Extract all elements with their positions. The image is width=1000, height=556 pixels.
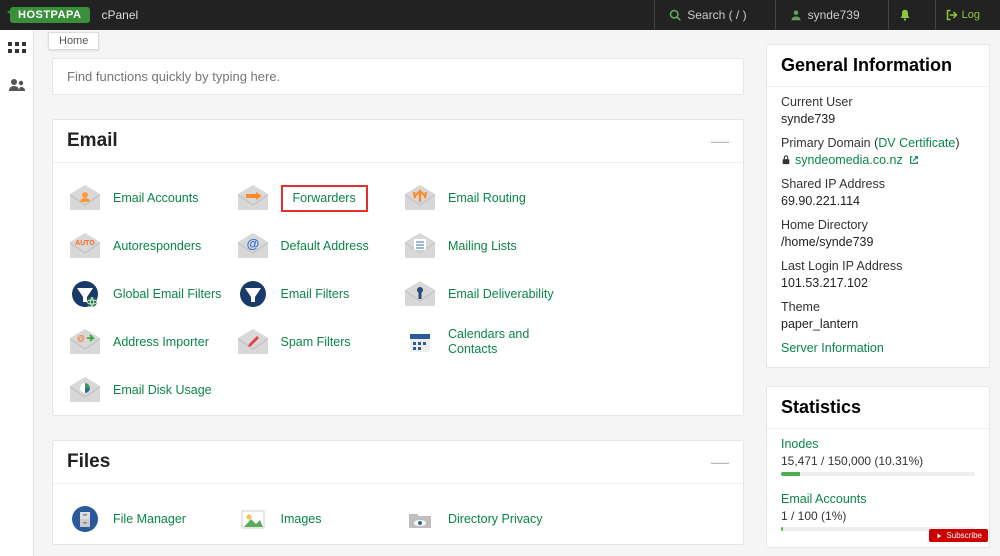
server-information-link[interactable]: Server Information [767, 333, 989, 359]
funnel-icon [235, 279, 271, 309]
item-mailing-lists[interactable]: Mailing Lists [398, 231, 566, 261]
item-images[interactable]: Images [231, 504, 399, 534]
user-menu[interactable]: synde739 [775, 0, 874, 30]
bell-icon [899, 9, 911, 21]
envelope-key-icon [402, 279, 438, 309]
statistics-panel: Statistics Inodes 15,471 / 150,000 (10.3… [766, 386, 990, 548]
item-global-email-filters[interactable]: Global Email Filters [63, 279, 231, 309]
item-file-manager[interactable]: File Manager [63, 504, 231, 534]
stat-email-value: 1 / 100 (1%) [781, 509, 975, 523]
external-link-icon [909, 155, 919, 165]
main-content: Email — Email Accounts Forwarders Email … [34, 30, 762, 556]
stat-email-label: Email Accounts [781, 492, 975, 506]
envelope-at-icon: @ [235, 231, 271, 261]
last-login-value: 101.53.217.102 [781, 276, 975, 290]
search-icon [669, 9, 681, 21]
item-address-importer[interactable]: @ Address Importer [63, 327, 231, 357]
item-forwarders[interactable]: Forwarders [231, 183, 399, 213]
search-input[interactable] [67, 69, 729, 84]
brand-label: cPanel [102, 8, 139, 22]
statistics-title: Statistics [767, 387, 989, 429]
envelope-import-icon: @ [67, 327, 103, 357]
top-bar: HOSTPAPA cPanel Search ( / ) synde739 Lo… [0, 0, 1000, 30]
collapse-button[interactable]: — [711, 452, 729, 473]
current-user-value: synde739 [781, 112, 975, 126]
users-icon[interactable] [8, 78, 26, 92]
calendar-icon [402, 327, 438, 357]
envelope-edit-icon [235, 327, 271, 357]
logout-icon [946, 9, 958, 21]
item-calendars-contacts[interactable]: Calendars and Contacts [398, 327, 566, 357]
files-panel: Files — File Manager Images Directory Pr… [52, 440, 744, 545]
envelope-user-icon [67, 183, 103, 213]
home-dir-label: Home Directory [781, 218, 975, 232]
files-panel-title: Files [67, 451, 110, 473]
stat-inodes-bar [781, 472, 975, 476]
username: synde739 [808, 8, 860, 22]
general-info-panel: General Information Current User synde73… [766, 44, 990, 368]
theme-label: Theme [781, 300, 975, 314]
logo-badge: HOSTPAPA [10, 7, 90, 23]
right-column: General Information Current User synde73… [762, 30, 1000, 556]
svg-text:AUTO: AUTO [75, 240, 95, 247]
item-directory-privacy[interactable]: Directory Privacy [398, 504, 566, 534]
theme-value: paper_lantern [781, 317, 975, 331]
item-email-accounts[interactable]: Email Accounts [63, 183, 231, 213]
search-label: Search ( / ) [687, 8, 746, 22]
item-default-address[interactable]: @ Default Address [231, 231, 399, 261]
lock-icon [781, 155, 791, 165]
shared-ip-value: 69.90.221.114 [781, 194, 975, 208]
item-email-routing[interactable]: Email Routing [398, 183, 566, 213]
apps-grid-icon[interactable] [8, 42, 26, 56]
shared-ip-label: Shared IP Address [781, 177, 975, 191]
logout-button[interactable]: Log [935, 0, 990, 30]
home-dir-value: /home/synde739 [781, 235, 975, 249]
folder-eye-icon [402, 504, 438, 534]
envelope-auto-icon: AUTO [67, 231, 103, 261]
svg-text:@: @ [246, 236, 259, 251]
envelope-list-icon [402, 231, 438, 261]
left-rail [0, 30, 34, 556]
svg-text:@: @ [77, 334, 85, 343]
subscribe-badge[interactable]: Subscribe [929, 529, 988, 542]
primary-domain-value[interactable]: syndeomedia.co.nz [781, 153, 975, 167]
current-user-label: Current User [781, 95, 975, 109]
general-info-title: General Information [767, 45, 989, 87]
funnel-globe-icon [67, 279, 103, 309]
stat-inodes-value: 15,471 / 150,000 (10.31%) [781, 454, 975, 468]
notifications-button[interactable] [888, 0, 921, 30]
envelope-disk-icon [67, 375, 103, 405]
item-email-disk-usage[interactable]: Email Disk Usage [63, 375, 231, 405]
last-login-label: Last Login IP Address [781, 259, 975, 273]
youtube-icon [935, 532, 943, 540]
user-icon [790, 9, 802, 21]
item-autoresponders[interactable]: AUTO Autoresponders [63, 231, 231, 261]
collapse-button[interactable]: — [711, 131, 729, 152]
file-cabinet-icon [67, 504, 103, 534]
images-icon [235, 504, 271, 534]
email-panel-title: Email [67, 130, 118, 152]
primary-domain-label: Primary Domain (DV Certificate) [781, 136, 975, 150]
item-spam-filters[interactable]: Spam Filters [231, 327, 399, 357]
function-search[interactable] [52, 58, 744, 95]
breadcrumb: Home [48, 32, 99, 50]
envelope-route-icon [402, 183, 438, 213]
item-email-filters[interactable]: Email Filters [231, 279, 399, 309]
stat-inodes-label: Inodes [781, 437, 975, 451]
email-panel: Email — Email Accounts Forwarders Email … [52, 119, 744, 416]
item-email-deliverability[interactable]: Email Deliverability [398, 279, 566, 309]
global-search[interactable]: Search ( / ) [654, 0, 760, 30]
envelope-arrow-icon [235, 183, 271, 213]
